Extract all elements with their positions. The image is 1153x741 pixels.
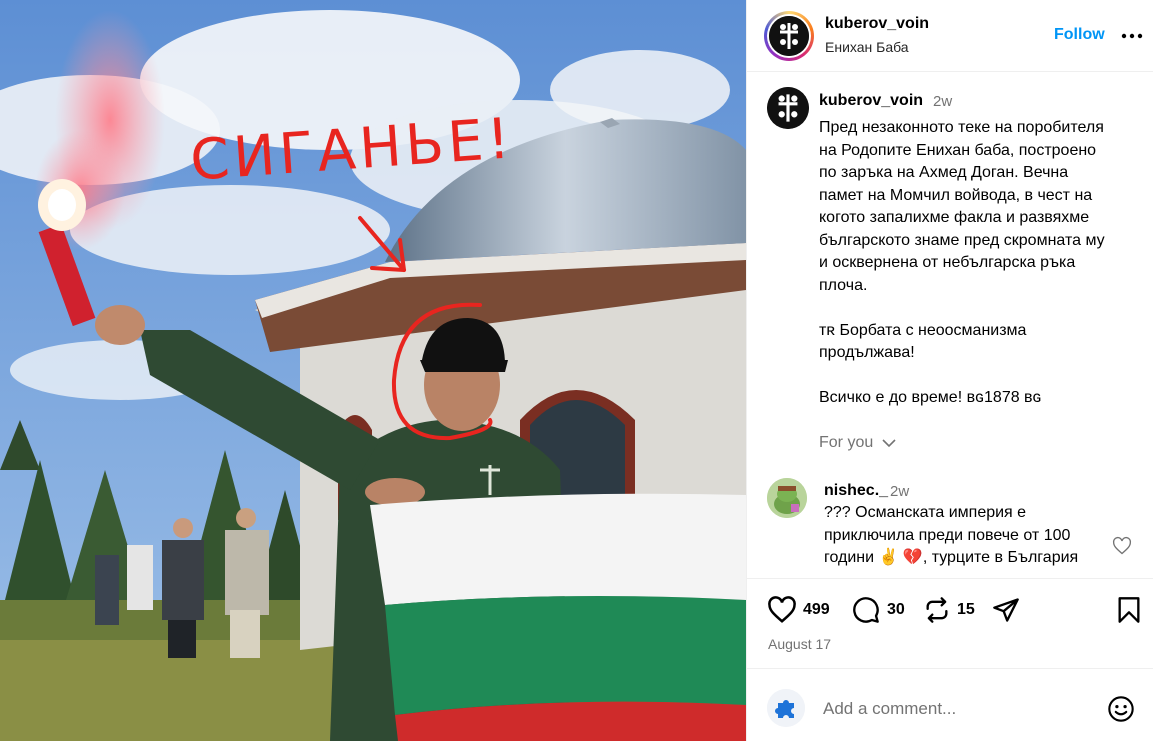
post-header: kuberov_voin Енихан Баба Follow — [747, 0, 1153, 72]
header-avatar[interactable] — [764, 11, 814, 61]
post-caption: Пред незаконното теке на поробителя на Р… — [819, 117, 1139, 410]
comment-avatar[interactable] — [767, 478, 807, 518]
comment-icon — [853, 597, 879, 623]
current-user-avatar — [767, 689, 805, 727]
share-icon — [993, 598, 1019, 622]
post-photo-illustration: СИГАНЬЕ! — [0, 0, 746, 741]
caption-avatar[interactable] — [767, 87, 809, 129]
repost-count[interactable]: 15 — [957, 601, 975, 619]
like-button[interactable]: 499 — [767, 596, 830, 624]
puzzle-avatar-icon — [767, 689, 805, 727]
post-side-panel: kuberov_voin Енихан Баба Follow kuberov_… — [746, 0, 1153, 741]
repost-icon — [926, 597, 948, 623]
comment-username[interactable]: nishec._ — [824, 482, 888, 500]
heart-icon — [768, 596, 796, 623]
add-comment-input[interactable] — [823, 695, 1083, 723]
add-comment-bar — [747, 668, 1153, 741]
caption-username[interactable]: kuberov_voin — [819, 92, 923, 110]
share-button[interactable] — [991, 596, 1021, 624]
more-dots-icon[interactable] — [1120, 26, 1144, 46]
cross-emblem-icon — [767, 87, 809, 129]
caption-time[interactable]: 2w — [933, 93, 952, 110]
for-you-toggle[interactable]: For you — [819, 434, 896, 452]
comment-like-heart-icon[interactable] — [1112, 536, 1132, 556]
cross-emblem-icon — [769, 16, 809, 56]
caption-paragraph: Пред незаконното теке на поробителя на Р… — [819, 119, 1105, 294]
like-count[interactable]: 499 — [803, 601, 830, 619]
comments-section[interactable]: kuberov_voin 2w Пред незаконното теке на… — [747, 73, 1153, 578]
bookmark-icon — [1118, 597, 1140, 623]
caption-paragraph: ᴛʀ Борбата с неоосманизма продължава! — [819, 321, 1027, 362]
frog-avatar-icon — [767, 478, 807, 518]
follow-button[interactable]: Follow — [1054, 26, 1105, 44]
comment-time[interactable]: 2w — [890, 483, 909, 500]
header-location[interactable]: Енихан Баба — [825, 39, 909, 55]
chevron-down-icon — [882, 439, 896, 447]
emoji-icon[interactable] — [1107, 695, 1135, 723]
repost-button[interactable]: 15 — [923, 596, 975, 624]
post-actions: 499 30 15 August 17 — [747, 578, 1153, 668]
post-date[interactable]: August 17 — [768, 636, 831, 652]
caption-paragraph: Всичко е до време! ʙɢ1878 ʙɢ — [819, 389, 1042, 406]
comment-button[interactable]: 30 — [851, 596, 905, 624]
header-username[interactable]: kuberov_voin — [825, 15, 929, 33]
post-photo[interactable]: СИГАНЬЕ! — [0, 0, 746, 741]
comment-text: ??? Османската империя е приключила пред… — [824, 504, 1079, 566]
save-button[interactable] — [1117, 596, 1141, 624]
for-you-label: For you — [819, 434, 874, 451]
comment-count[interactable]: 30 — [887, 601, 905, 619]
